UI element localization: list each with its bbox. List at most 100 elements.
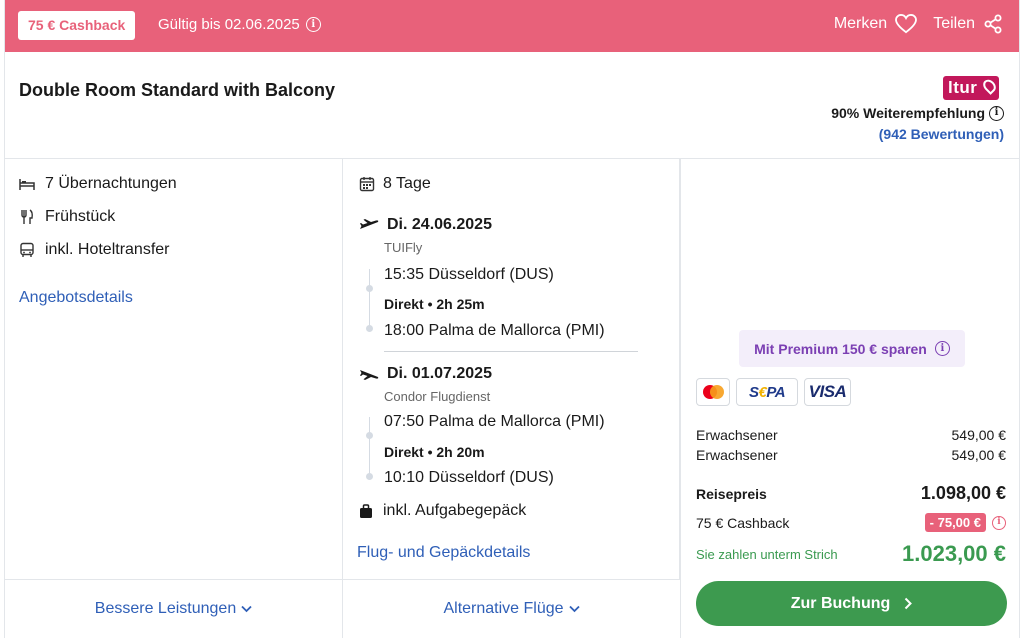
heart-icon [895, 14, 918, 34]
premium-text: Mit Premium 150 € sparen [754, 340, 927, 357]
sepa-text: S€PA [748, 383, 786, 401]
room-title: Double Room Standard with Balcony [19, 80, 336, 100]
final-price: 1.023,00 € [902, 541, 1006, 566]
transfer-text: inkl. Hoteltransfer [45, 241, 170, 258]
dep-time: 07:50 [384, 413, 425, 430]
traveler-price: 549,00 € [951, 427, 1007, 443]
better-services-label: Bessere Leistungen [94, 600, 237, 617]
total-price: 1.098,00 € [920, 483, 1006, 503]
arr-airport: Düsseldorf (DUS) [428, 469, 554, 486]
features-column: 7 Übernachtungen Frühstück inkl. Hoteltr… [5, 159, 343, 579]
flight-details-link[interactable]: Flug- und Gepäckdetails [357, 544, 530, 562]
timeline-line [369, 269, 370, 329]
share-icon [984, 14, 1002, 34]
cashback-badge: 75 € Cashback [18, 11, 136, 40]
cutlery-icon [21, 209, 33, 224]
visa-text: VISA [808, 382, 847, 401]
chevron-down-icon [568, 605, 580, 613]
info-icon[interactable]: i [989, 105, 1004, 121]
traveler-label: Erwachsener [696, 427, 778, 443]
baggage-info: inkl. Aufgabegepäck [359, 502, 526, 520]
outbound-departure: 15:35 Düsseldorf (DUS) [384, 266, 554, 284]
return-date: Di. 01.07.2025 [359, 365, 492, 383]
traveler-label: Erwachsener [696, 447, 778, 463]
calendar-icon [359, 177, 375, 192]
pin-icon [980, 77, 999, 95]
timeline-dot [366, 432, 373, 439]
book-button[interactable]: Zur Buchung [696, 581, 1007, 626]
valid-until-text: Gültig bis 02.06.2025 [158, 16, 300, 33]
offer-card: 75 € Cashback Gültig bis 02.06.2025 i Me… [4, 0, 1020, 638]
alternative-flights-toggle[interactable]: Alternative Flüge [343, 579, 680, 638]
sepa-icon: S€PA [736, 378, 798, 406]
return-departure: 07:50 Palma de Mallorca (PMI) [384, 413, 605, 431]
chevron-down-icon [241, 605, 252, 613]
better-services-toggle[interactable]: Bessere Leistungen [5, 579, 343, 638]
nights-text: 7 Übernachtungen [45, 175, 177, 192]
info-icon[interactable]: i [305, 17, 321, 32]
timeline-dot [366, 473, 373, 480]
book-button-label: Zur Buchung [790, 594, 891, 612]
return-direct: Direkt • 2h 20m [384, 444, 485, 460]
trip-duration: 8 Tage [359, 175, 431, 193]
final-price-row: Sie zahlen unterm Strich 1.023,00 € [696, 541, 1006, 567]
info-icon[interactable]: i [934, 341, 950, 356]
traveler-price: 549,00 € [951, 447, 1007, 463]
traveler-row: Erwachsener 549,00 € [696, 447, 1006, 463]
payment-methods: S€PA VISA [696, 378, 851, 406]
plane-arrival-icon [360, 370, 379, 380]
cashback-row: 75 € Cashback - 75,00 € i [696, 513, 1006, 532]
total-label: Reisepreis [696, 485, 767, 502]
dep-time: 15:35 [384, 266, 425, 283]
outbound-date-text: Di. 24.06.2025 [387, 216, 492, 233]
outbound-direct: Direkt • 2h 25m [384, 296, 485, 312]
offer-header: Double Room Standard with Balcony ltur 9… [5, 52, 1019, 159]
total-price-row: Reisepreis 1.098,00 € [696, 483, 1006, 504]
pricing-column: Mit Premium 150 € sparen i S€PA VISA Erw… [680, 159, 1021, 638]
save-label: Merken [833, 15, 888, 32]
mastercard-orange-circle [710, 385, 724, 399]
share-button[interactable]: Teilen [933, 14, 1003, 34]
arr-time: 10:10 [384, 469, 425, 486]
mastercard-icon [696, 378, 730, 406]
premium-savings[interactable]: Mit Premium 150 € sparen i [739, 330, 965, 367]
recommendation-text: 90% Weiterempfehlung [831, 105, 985, 121]
cashback-label: 75 € Cashback [696, 514, 790, 531]
return-date-text: Di. 01.07.2025 [387, 365, 492, 382]
cashback-value: - 75,00 € [924, 513, 986, 532]
outbound-arrival: 18:00 Palma de Mallorca (PMI) [384, 322, 605, 340]
timeline-dot [366, 325, 373, 332]
chevron-right-icon [905, 597, 913, 610]
feature-transfer: inkl. Hoteltransfer [19, 241, 170, 259]
feature-board: Frühstück [19, 208, 115, 226]
alternative-flights-label: Alternative Flüge [443, 600, 564, 617]
dep-airport: Palma de Mallorca (PMI) [428, 413, 605, 430]
final-label: Sie zahlen unterm Strich [696, 546, 838, 562]
save-button[interactable]: Merken [833, 14, 918, 34]
outbound-airline: TUIFly [384, 240, 423, 255]
outbound-date: Di. 24.06.2025 [359, 216, 492, 234]
traveler-row: Erwachsener 549,00 € [696, 427, 1006, 443]
flights-column: 8 Tage Di. 24.06.2025 TUIFly 15:35 Düsse… [343, 159, 680, 579]
cashback-banner: 75 € Cashback Gültig bis 02.06.2025 i Me… [5, 0, 1019, 52]
bus-icon [20, 242, 34, 257]
visa-icon: VISA [804, 378, 851, 406]
info-icon[interactable]: i [992, 515, 1006, 530]
return-airline: Condor Flugdienst [384, 389, 491, 404]
bed-icon [19, 179, 35, 190]
banner-actions: Merken Teilen [834, 14, 1003, 34]
feature-nights: 7 Übernachtungen [19, 175, 177, 193]
board-text: Frühstück [45, 208, 116, 225]
dep-airport: Düsseldorf (DUS) [428, 266, 554, 283]
plane-departure-icon [360, 219, 379, 229]
offer-details-link[interactable]: Angebotsdetails [19, 289, 133, 307]
timeline-line [369, 417, 370, 477]
duration-text: 8 Tage [383, 175, 431, 192]
recommendation: 90% Weiterempfehlung i [831, 105, 1004, 121]
flight-divider [384, 351, 638, 352]
share-label: Teilen [933, 15, 975, 32]
suitcase-icon [360, 503, 372, 518]
reviews-link[interactable]: (942 Bewertungen) [879, 126, 1004, 142]
cashback-discount: - 75,00 € i [924, 513, 1006, 532]
arr-time: 18:00 [384, 322, 425, 339]
